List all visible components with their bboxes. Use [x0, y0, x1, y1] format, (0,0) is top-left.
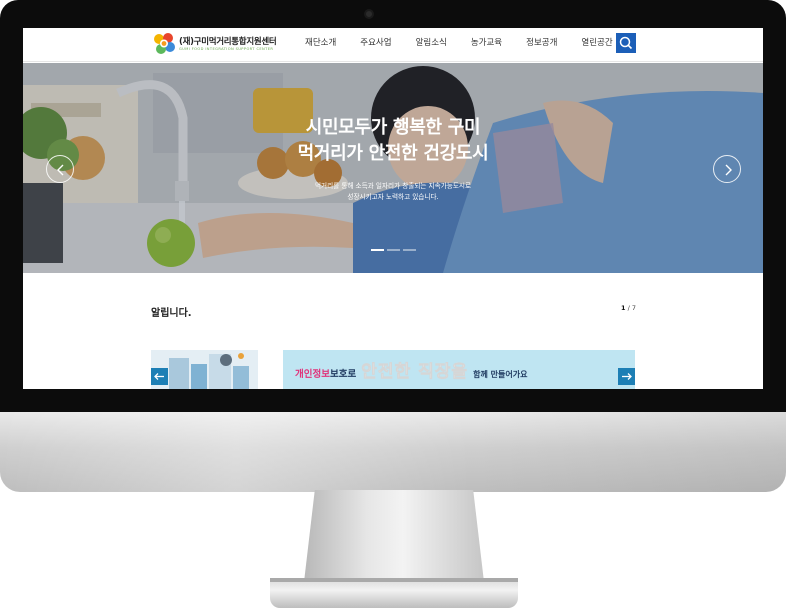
webcam-icon — [364, 9, 374, 19]
website-screen: (재)구미먹거리통합지원센터 GUMI FOOD INTEGRATION SUP… — [23, 28, 763, 389]
slide-dot-1[interactable] — [371, 249, 384, 251]
search-icon — [619, 36, 633, 50]
logo-subtitle: GUMI FOOD INTEGRATION SUPPORT CENTER — [179, 47, 274, 51]
desktop-monitor-mockup: (재)구미먹거리통합지원센터 GUMI FOOD INTEGRATION SUP… — [0, 0, 786, 613]
nav-item-farm-education[interactable]: 농가교육 — [459, 28, 514, 62]
chevron-right-icon — [725, 164, 732, 176]
notice-pager: 1 / 7 — [621, 304, 636, 312]
pager-total: 7 — [631, 304, 636, 312]
banner-prev-button[interactable] — [151, 368, 168, 385]
hero-slider: 시민모두가 행복한 구미 먹거리가 안전한 건강도시 먹거리를 통해 소득과 일… — [23, 63, 763, 273]
monitor-stand-base — [270, 578, 518, 608]
chevron-left-icon — [57, 164, 64, 176]
main-nav: 재단소개 주요사업 알림소식 농가교육 정보공개 열린공간 — [293, 28, 625, 62]
arrow-left-icon — [154, 373, 164, 380]
logo-flower-icon — [154, 33, 175, 54]
next-slide-button[interactable] — [713, 155, 741, 183]
banner-next-button[interactable] — [618, 368, 635, 385]
nav-item-news[interactable]: 알림소식 — [404, 28, 459, 62]
hero-desc-line2: 성장시키고자 노력하고 있습니다. — [347, 193, 439, 201]
nav-item-disclosure[interactable]: 정보공개 — [514, 28, 569, 62]
notice-heading: 알립니다. — [151, 308, 192, 319]
hero-overlay — [23, 63, 763, 273]
hero-desc-line1: 먹거리를 통해 소득과 일자리가 창출되는 지속가능도시로 — [314, 182, 472, 190]
hero-title-line1: 시민모두가 행복한 구미 — [305, 117, 481, 138]
slide-dot-2[interactable] — [387, 249, 400, 251]
monitor-chin — [0, 412, 786, 492]
hero-title: 시민모두가 행복한 구미 먹거리가 안전한 건강도시 — [23, 115, 763, 167]
pager-current: 1 — [621, 304, 626, 312]
notice-banner-illustration[interactable] — [151, 350, 258, 389]
nav-item-foundation[interactable]: 재단소개 — [293, 28, 348, 62]
logo-name: (재)구미먹거리통합지원센터 — [179, 37, 277, 47]
slide-dot-3[interactable] — [403, 249, 416, 251]
slide-indicators — [371, 249, 416, 251]
privacy-banner[interactable]: 개인정보보호로 안전한 직장을 함께 만들어가요 — [283, 350, 635, 389]
site-header: (재)구미먹거리통합지원센터 GUMI FOOD INTEGRATION SUP… — [23, 28, 763, 62]
site-logo[interactable]: (재)구미먹거리통합지원센터 GUMI FOOD INTEGRATION SUP… — [151, 31, 277, 59]
banner-text-part2: 보호로 — [329, 369, 357, 380]
search-button[interactable] — [616, 33, 636, 53]
arrow-right-icon — [622, 373, 632, 380]
banner-text-part1: 개인정보 — [295, 369, 330, 380]
privacy-banner-text: 개인정보보호로 안전한 직장을 함께 만들어가요 — [295, 357, 528, 383]
banner-text-part3: 안전한 직장을 — [361, 362, 469, 383]
hero-description: 먹거리를 통해 소득과 일자리가 창출되는 지속가능도시로 성장시키고자 노력하… — [23, 181, 763, 203]
nav-item-projects[interactable]: 주요사업 — [348, 28, 403, 62]
prev-slide-button[interactable] — [46, 155, 74, 183]
hero-title-line2: 먹거리가 안전한 건강도시 — [297, 143, 489, 164]
monitor-stand-neck — [304, 490, 484, 582]
banner-text-part4: 함께 만들어가요 — [473, 370, 528, 379]
